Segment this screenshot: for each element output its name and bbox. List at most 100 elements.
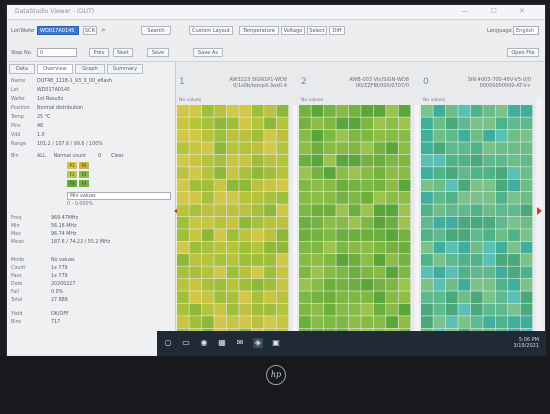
heatmap-cell[interactable] — [508, 142, 520, 155]
heatmap-cell[interactable] — [373, 216, 386, 229]
heatmap-cell[interactable] — [336, 191, 349, 204]
heatmap-cell[interactable] — [336, 204, 349, 217]
tab-overview[interactable]: Overview — [37, 64, 73, 74]
heatmap-cell[interactable] — [348, 142, 361, 155]
heatmap-cell[interactable] — [239, 216, 252, 229]
heatmap-cell[interactable] — [483, 117, 496, 130]
heatmap-cell[interactable] — [214, 254, 227, 266]
store-icon[interactable]: ▦ — [217, 338, 227, 348]
heatmap-cell[interactable] — [398, 278, 411, 291]
heatmap-cell[interactable] — [226, 179, 239, 192]
heatmap-cell[interactable] — [373, 154, 386, 167]
heatmap-cell[interactable] — [189, 204, 202, 217]
heatmap-cell[interactable] — [276, 291, 289, 304]
heatmap-cell[interactable] — [398, 241, 411, 254]
values-dropdown[interactable]: Min values — [67, 192, 171, 200]
bin-chip[interactable]: F4 — [79, 180, 89, 187]
heatmap-cell[interactable] — [348, 204, 361, 217]
heatmap-cell[interactable] — [251, 167, 264, 179]
bin-chip[interactable]: F1 — [67, 171, 77, 178]
heatmap-cell[interactable] — [177, 204, 189, 217]
heatmap-cell[interactable] — [520, 266, 533, 279]
heatmap-cell[interactable] — [520, 241, 533, 254]
heatmap-cell[interactable] — [445, 179, 458, 192]
heatmap-cell[interactable] — [264, 142, 276, 155]
heatmap-cell[interactable] — [373, 266, 386, 279]
heatmap-cell[interactable] — [361, 266, 374, 279]
heatmap-cell[interactable] — [433, 241, 446, 254]
heatmap-cell[interactable] — [445, 142, 458, 155]
heatmap-cell[interactable] — [177, 105, 189, 117]
heatmap-cell[interactable] — [495, 191, 508, 204]
heatmap-cell[interactable] — [458, 117, 471, 130]
heatmap-cell[interactable] — [311, 278, 324, 291]
step-input[interactable]: 0 — [37, 48, 77, 57]
heatmap-cell[interactable] — [201, 154, 214, 167]
heatmap-cell[interactable] — [458, 216, 471, 229]
lot-input[interactable]: WD017A0145 — [37, 26, 79, 35]
heatmap-cell[interactable] — [239, 266, 252, 279]
heatmap-cell[interactable] — [239, 179, 252, 192]
heatmap-cell[interactable] — [520, 105, 533, 117]
heatmap-cell[interactable] — [264, 167, 276, 179]
heatmap-cell[interactable] — [386, 266, 398, 279]
heatmap-cell[interactable] — [251, 204, 264, 217]
heatmap-cell[interactable] — [373, 316, 386, 328]
heatmap-cell[interactable] — [276, 117, 289, 130]
heatmap-cell[interactable] — [251, 241, 264, 254]
heatmap-cell[interactable] — [348, 117, 361, 130]
heatmap-cell[interactable] — [458, 278, 471, 291]
heatmap-cell[interactable] — [177, 179, 189, 192]
heatmap-cell[interactable] — [508, 241, 520, 254]
heatmap-cell[interactable] — [276, 105, 289, 117]
heatmap-cell[interactable] — [445, 254, 458, 266]
heatmap-cell[interactable] — [239, 167, 252, 179]
voltage-button[interactable]: Voltage — [281, 26, 305, 35]
heatmap-cell[interactable] — [458, 229, 471, 242]
heatmap-cell[interactable] — [336, 254, 349, 266]
heatmap-cell[interactable] — [239, 229, 252, 242]
heatmap-cell[interactable] — [276, 154, 289, 167]
heatmap-cell[interactable] — [251, 266, 264, 279]
heatmap-cell[interactable] — [214, 142, 227, 155]
heatmap-cell[interactable] — [336, 278, 349, 291]
heatmap-cell[interactable] — [495, 254, 508, 266]
heatmap-cell[interactable] — [520, 229, 533, 242]
heatmap-cell[interactable] — [299, 191, 311, 204]
heatmap-cell[interactable] — [311, 229, 324, 242]
heatmap-cell[interactable] — [361, 117, 374, 130]
heatmap-cell[interactable] — [520, 117, 533, 130]
heatmap-cell[interactable] — [470, 254, 483, 266]
bin-chip[interactable]: F2 — [79, 171, 89, 178]
heatmap-cell[interactable] — [239, 241, 252, 254]
heatmap-cell[interactable] — [520, 316, 533, 328]
heatmap-cell[interactable] — [189, 241, 202, 254]
heatmap-cell[interactable] — [361, 105, 374, 117]
heatmap-cell[interactable] — [398, 191, 411, 204]
heatmap-cell[interactable] — [445, 241, 458, 254]
heatmap-cell[interactable] — [201, 179, 214, 192]
heatmap-cell[interactable] — [470, 303, 483, 316]
heatmap-cell[interactable] — [177, 167, 189, 179]
search-button[interactable]: Search — [141, 26, 171, 35]
heatmap-cell[interactable] — [348, 105, 361, 117]
heatmap-cell[interactable] — [276, 129, 289, 142]
heatmap-cell[interactable] — [323, 266, 336, 279]
heatmap-cell[interactable] — [458, 303, 471, 316]
heatmap-cell[interactable] — [323, 105, 336, 117]
next-button[interactable]: Next — [113, 48, 133, 57]
open-file-button[interactable]: Open File — [507, 48, 539, 57]
heatmap-cell[interactable] — [348, 254, 361, 266]
heatmap-cell[interactable] — [201, 291, 214, 304]
heatmap-cell[interactable] — [373, 117, 386, 130]
heatmap-cell[interactable] — [311, 167, 324, 179]
heatmap-cell[interactable] — [311, 191, 324, 204]
heatmap-cell[interactable] — [177, 216, 189, 229]
heatmap-cell[interactable] — [421, 303, 433, 316]
heatmap-cell[interactable] — [483, 241, 496, 254]
heatmap-cell[interactable] — [445, 216, 458, 229]
heatmap-cell[interactable] — [508, 154, 520, 167]
heatmap-cell[interactable] — [361, 316, 374, 328]
heatmap-cell[interactable] — [445, 154, 458, 167]
heatmap-cell[interactable] — [239, 154, 252, 167]
